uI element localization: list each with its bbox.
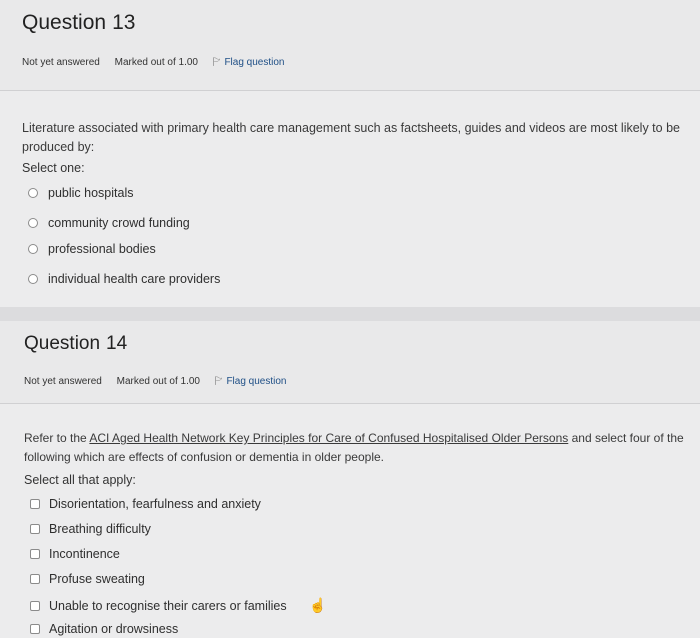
- select-one-label: Select one:: [22, 161, 85, 175]
- question-14-body: Refer to the ACI Aged Health Network Key…: [0, 404, 700, 638]
- flag-icon: 🏱: [214, 376, 223, 386]
- option-profuse-sweating[interactable]: Profuse sweating: [30, 572, 145, 586]
- question-13-title: Question 13: [22, 11, 136, 34]
- question-14-header: Question 14 Not yet answered Marked out o…: [0, 321, 700, 404]
- question-14-text: Refer to the ACI Aged Health Network Key…: [24, 431, 684, 464]
- answer-status: Not yet answered: [24, 376, 102, 387]
- question-14-meta: Not yet answered Marked out of 1.00 🏱 Fla…: [24, 374, 311, 390]
- reference-link[interactable]: ACI Aged Health Network Key Principles f…: [89, 431, 568, 445]
- checkbox[interactable]: [30, 624, 40, 634]
- question-13-text: Literature associated with primary healt…: [22, 121, 680, 154]
- option-breathing-difficulty[interactable]: Breathing difficulty: [30, 522, 151, 536]
- option-professional-bodies[interactable]: professional bodies: [28, 242, 156, 256]
- question-13-meta: Not yet answered Marked out of 1.00 🏱 Fla…: [22, 55, 309, 71]
- option-individual-providers[interactable]: individual health care providers: [28, 272, 220, 286]
- radio-button[interactable]: [28, 274, 38, 284]
- option-public-hospitals[interactable]: public hospitals: [28, 186, 133, 200]
- hand-pointer-icon: ☝: [309, 597, 327, 613]
- checkbox[interactable]: [30, 524, 40, 534]
- option-community-crowd-funding[interactable]: community crowd funding: [28, 216, 190, 230]
- option-agitation[interactable]: Agitation or drowsiness: [30, 622, 178, 636]
- marks-info: Marked out of 1.00: [116, 376, 200, 387]
- radio-button[interactable]: [28, 188, 38, 198]
- flag-icon: 🏱: [212, 57, 221, 67]
- radio-button[interactable]: [28, 218, 38, 228]
- question-14-title: Question 14: [24, 333, 128, 354]
- checkbox[interactable]: [30, 499, 40, 509]
- checkbox[interactable]: [30, 601, 40, 611]
- flag-question-link[interactable]: 🏱 Flag question: [213, 57, 297, 68]
- question-13-body: Literature associated with primary healt…: [0, 91, 700, 307]
- option-unable-to-recognise[interactable]: Unable to recognise their carers or fami…: [30, 599, 287, 613]
- checkbox[interactable]: [30, 574, 40, 584]
- marks-info: Marked out of 1.00: [114, 57, 198, 68]
- select-all-label: Select all that apply:: [24, 473, 136, 487]
- question-divider: [0, 307, 700, 321]
- radio-button[interactable]: [28, 244, 38, 254]
- option-incontinence[interactable]: Incontinence: [30, 547, 120, 561]
- flag-question-link[interactable]: 🏱 Flag question: [215, 376, 299, 387]
- option-disorientation[interactable]: Disorientation, fearfulness and anxiety: [30, 497, 261, 511]
- answer-status: Not yet answered: [22, 57, 100, 68]
- checkbox[interactable]: [30, 549, 40, 559]
- question-13-header: Question 13 Not yet answered Marked out o…: [0, 0, 700, 91]
